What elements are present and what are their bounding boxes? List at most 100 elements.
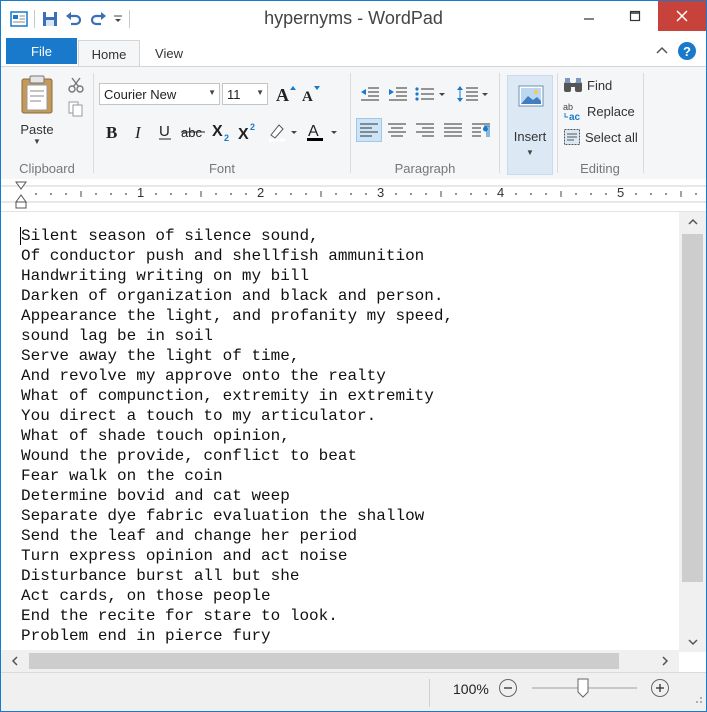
ruler-tick bbox=[635, 193, 637, 195]
subscript-icon[interactable]: X2 bbox=[210, 120, 234, 144]
ruler-tick bbox=[395, 193, 397, 195]
strikethrough-icon[interactable]: abc bbox=[179, 120, 207, 144]
zoom-slider-thumb[interactable] bbox=[577, 678, 589, 698]
ribbon: Paste ▼ Clipboard Courier New ▼ 11 ▼ A A… bbox=[1, 66, 706, 180]
resize-grip-icon[interactable] bbox=[693, 691, 703, 709]
justify-icon[interactable] bbox=[440, 118, 466, 142]
svg-text:I: I bbox=[134, 123, 142, 141]
decrease-indent-icon[interactable] bbox=[357, 82, 383, 106]
editing-group: Editing bbox=[558, 67, 642, 179]
paragraph-icon[interactable] bbox=[468, 118, 494, 142]
left-indent-marker[interactable] bbox=[15, 201, 27, 209]
underline-icon[interactable]: U bbox=[153, 120, 177, 144]
vertical-scroll-thumb[interactable] bbox=[682, 234, 703, 582]
ruler[interactable]: 1 2 3 4 5 bbox=[1, 179, 706, 212]
document-line: Act cards, on those people bbox=[21, 587, 271, 605]
document-area[interactable]: Silent season of silence sound, Of conduc… bbox=[1, 212, 706, 672]
cut-icon[interactable] bbox=[67, 76, 85, 94]
scroll-up-icon[interactable] bbox=[679, 212, 706, 232]
wordpad-window: hypernyms - WordPad File Home View ? Pas… bbox=[0, 0, 707, 712]
ruler-tick bbox=[275, 193, 277, 195]
scroll-left-icon[interactable] bbox=[3, 650, 27, 672]
document-line: Turn express opinion and act noise bbox=[21, 547, 348, 565]
zoom-in-button[interactable] bbox=[651, 679, 669, 697]
tab-file[interactable]: File bbox=[6, 38, 77, 64]
ruler-tick bbox=[695, 193, 697, 195]
text-caret bbox=[20, 227, 21, 245]
font-group: Courier New ▼ 11 ▼ A A B I U abc X 2 X 2… bbox=[94, 67, 350, 179]
ruler-tick bbox=[350, 193, 352, 195]
maximize-button[interactable] bbox=[612, 1, 658, 31]
highlight-color-button[interactable] bbox=[266, 120, 300, 144]
italic-icon[interactable]: I bbox=[127, 120, 151, 144]
font-size-select[interactable]: 11 ▼ bbox=[222, 83, 268, 105]
highlighter-icon bbox=[269, 124, 297, 142]
ruler-number: 4 bbox=[497, 185, 505, 200]
line-spacing-button[interactable] bbox=[455, 82, 491, 106]
group-divider bbox=[499, 73, 500, 173]
minus-icon bbox=[504, 687, 512, 689]
svg-text:2: 2 bbox=[250, 122, 255, 132]
document-line: Problem end in pierce fury bbox=[21, 627, 271, 645]
clipboard-group: Paste ▼ Clipboard bbox=[1, 67, 93, 179]
tab-home[interactable]: Home bbox=[78, 40, 140, 68]
ruler-scale bbox=[1, 181, 706, 209]
svg-text:A: A bbox=[276, 85, 289, 104]
ruler-tick bbox=[35, 193, 37, 195]
minimize-ribbon-icon[interactable] bbox=[656, 42, 668, 60]
grow-font-icon[interactable]: A bbox=[274, 82, 298, 106]
svg-text:2: 2 bbox=[224, 133, 229, 142]
zoom-out-button[interactable] bbox=[499, 679, 517, 697]
ruler-tick bbox=[425, 193, 427, 195]
help-icon[interactable]: ? bbox=[678, 42, 696, 60]
ribbon-tabs: File Home View ? bbox=[1, 38, 706, 68]
document-text[interactable]: Silent season of silence sound, Of conduc… bbox=[21, 226, 671, 646]
ruler-tick bbox=[110, 193, 112, 195]
svg-text:A: A bbox=[302, 89, 313, 104]
font-color-button[interactable]: A bbox=[304, 120, 340, 144]
ruler-tick bbox=[290, 193, 292, 195]
superscript-icon[interactable]: X2 bbox=[236, 120, 260, 144]
minimize-button[interactable] bbox=[566, 1, 612, 31]
zoom-level: 100% bbox=[453, 681, 489, 697]
title-bar: hypernyms - WordPad bbox=[1, 1, 706, 37]
align-right-icon[interactable] bbox=[412, 118, 438, 142]
bold-icon[interactable]: B bbox=[101, 120, 125, 144]
bullet-list-button[interactable] bbox=[413, 82, 449, 106]
horizontal-scrollbar[interactable] bbox=[1, 650, 679, 672]
paste-button[interactable]: Paste ▼ bbox=[13, 75, 61, 146]
picture-icon bbox=[518, 85, 544, 107]
ruler-tick bbox=[665, 193, 667, 195]
ruler-tick bbox=[50, 193, 52, 195]
scroll-down-icon[interactable] bbox=[679, 632, 706, 652]
ruler-tick bbox=[410, 193, 412, 195]
svg-text:B: B bbox=[106, 123, 117, 141]
horizontal-scroll-thumb[interactable] bbox=[29, 653, 619, 669]
tab-view[interactable]: View bbox=[141, 41, 197, 66]
ruler-tick bbox=[65, 193, 67, 195]
chevron-down-icon: ▼ bbox=[208, 88, 216, 97]
ruler-number: 3 bbox=[377, 185, 385, 200]
align-center-icon[interactable] bbox=[384, 118, 410, 142]
ruler-tick bbox=[230, 193, 232, 195]
vertical-scrollbar[interactable] bbox=[679, 212, 706, 652]
font-family-select[interactable]: Courier New ▼ bbox=[99, 83, 220, 105]
ruler-number: 2 bbox=[257, 185, 265, 200]
ruler-tick bbox=[125, 193, 127, 195]
insert-label: Insert bbox=[513, 129, 547, 144]
insert-button[interactable]: Insert ▼ bbox=[507, 75, 553, 175]
document-line: What of shade touch opinion, bbox=[21, 427, 290, 445]
align-left-icon[interactable] bbox=[356, 118, 382, 142]
font-family-value: Courier New bbox=[104, 86, 177, 102]
close-button[interactable] bbox=[658, 1, 706, 31]
document-line: Silent season of silence sound, bbox=[21, 227, 319, 245]
group-divider bbox=[643, 73, 644, 173]
shrink-font-icon[interactable]: A bbox=[300, 82, 324, 106]
copy-icon[interactable] bbox=[67, 100, 85, 118]
increase-indent-icon[interactable] bbox=[385, 82, 411, 106]
ruler-tick bbox=[485, 193, 487, 195]
document-line: Wound the provide, conflict to beat bbox=[21, 447, 358, 465]
paste-label: Paste bbox=[20, 122, 54, 137]
ruler-tick bbox=[590, 193, 592, 195]
scroll-right-icon[interactable] bbox=[653, 650, 677, 672]
